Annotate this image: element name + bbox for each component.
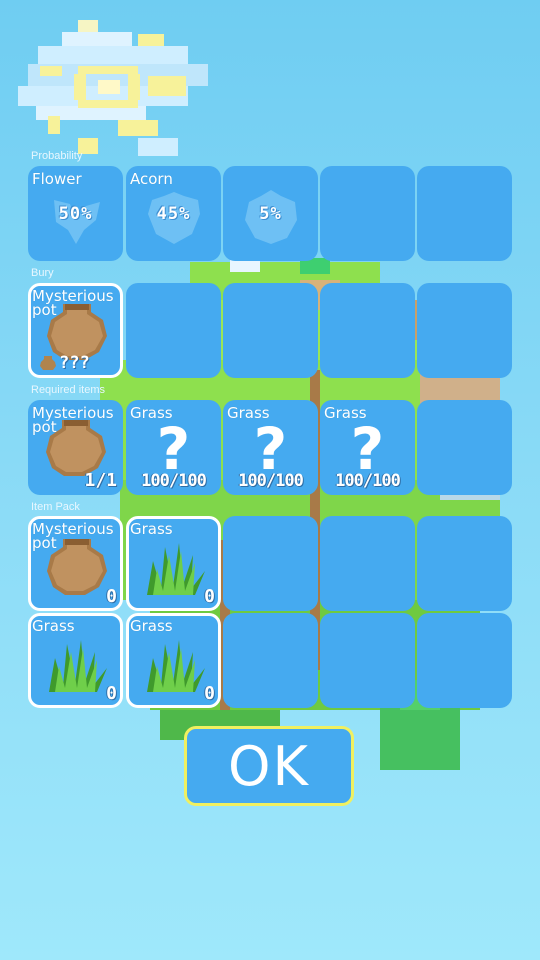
pack-slot-empty-4	[223, 613, 318, 708]
ok-button-label: OK	[228, 734, 310, 798]
grass-tuft-icon	[143, 541, 209, 600]
clay-pot-mini-icon	[40, 356, 56, 370]
item-count: 0	[106, 586, 117, 607]
slot-name: Flower	[32, 170, 82, 188]
bury-result: ???	[39, 353, 90, 373]
required-slot-empty	[417, 400, 512, 495]
slot-name: Grass	[32, 617, 75, 635]
ok-button[interactable]: OK	[184, 726, 354, 806]
question-mark-icon: ?	[253, 415, 288, 483]
pack-slot-empty-2	[320, 516, 415, 611]
slot-name: Acorn	[130, 170, 173, 188]
required-slot-grass-3[interactable]: Grass ? 100/100	[320, 400, 415, 495]
sun-cloud-svg	[18, 20, 208, 156]
grass-tuft-icon	[45, 638, 111, 697]
pack-slot-empty-6	[417, 613, 512, 708]
probability-slot-acorn[interactable]: Acorn 45%	[126, 166, 221, 261]
pack-slot-grass-1[interactable]: Grass 0	[126, 516, 221, 611]
item-count: 100/100	[335, 471, 401, 491]
slot-name: Mysterious pot	[32, 404, 114, 436]
required-slot-grass-2[interactable]: Grass ? 100/100	[223, 400, 318, 495]
item-count: 100/100	[238, 471, 304, 491]
bury-slot-empty-4	[417, 283, 512, 378]
pack-slot-grass-3[interactable]: Grass 0	[126, 613, 221, 708]
grass-tuft-icon	[143, 638, 209, 697]
slot-name: Mysterious pot	[32, 520, 114, 552]
pack-slot-empty-3	[417, 516, 512, 611]
required-slot-grass-1[interactable]: Grass ? 100/100	[126, 400, 221, 495]
question-mark-icon: ?	[350, 415, 385, 483]
section-label-bury: Bury	[31, 267, 54, 279]
item-count: 0	[204, 683, 215, 704]
item-count: 0	[106, 683, 117, 704]
item-count: 1/1	[84, 470, 117, 491]
probability-value: 50%	[58, 204, 93, 224]
sun-cloud-emblem	[18, 20, 208, 160]
probability-slot-flower[interactable]: Flower 50%	[28, 166, 123, 261]
pack-slot-empty-1	[223, 516, 318, 611]
question-mark-icon: ?	[156, 415, 191, 483]
bury-slot-empty-3	[320, 283, 415, 378]
slot-name: Mysterious pot	[32, 287, 114, 319]
bury-slot-empty-1	[126, 283, 221, 378]
section-label-required-items: Required items	[31, 384, 105, 396]
probability-slot-gem[interactable]: 5%	[223, 166, 318, 261]
item-count: 100/100	[141, 471, 207, 491]
bury-slot-empty-2	[223, 283, 318, 378]
pack-slot-mysterious-pot[interactable]: Mysterious pot 0	[28, 516, 123, 611]
slot-name: Grass	[130, 520, 173, 538]
section-label-item-pack: Item Pack	[31, 501, 80, 513]
probability-slot-empty-1	[320, 166, 415, 261]
required-slot-mysterious-pot[interactable]: Mysterious pot 1/1	[28, 400, 123, 495]
pack-slot-empty-5	[320, 613, 415, 708]
pack-slot-grass-2[interactable]: Grass 0	[28, 613, 123, 708]
item-count: 0	[204, 586, 215, 607]
probability-slot-empty-2	[417, 166, 512, 261]
bury-result-text: ???	[59, 353, 90, 373]
probability-value: 5%	[259, 204, 282, 224]
section-label-probability: Probability	[31, 150, 83, 162]
probability-value: 45%	[156, 204, 191, 224]
bury-slot-mysterious-pot[interactable]: Mysterious pot ???	[28, 283, 123, 378]
slot-name: Grass	[130, 617, 173, 635]
